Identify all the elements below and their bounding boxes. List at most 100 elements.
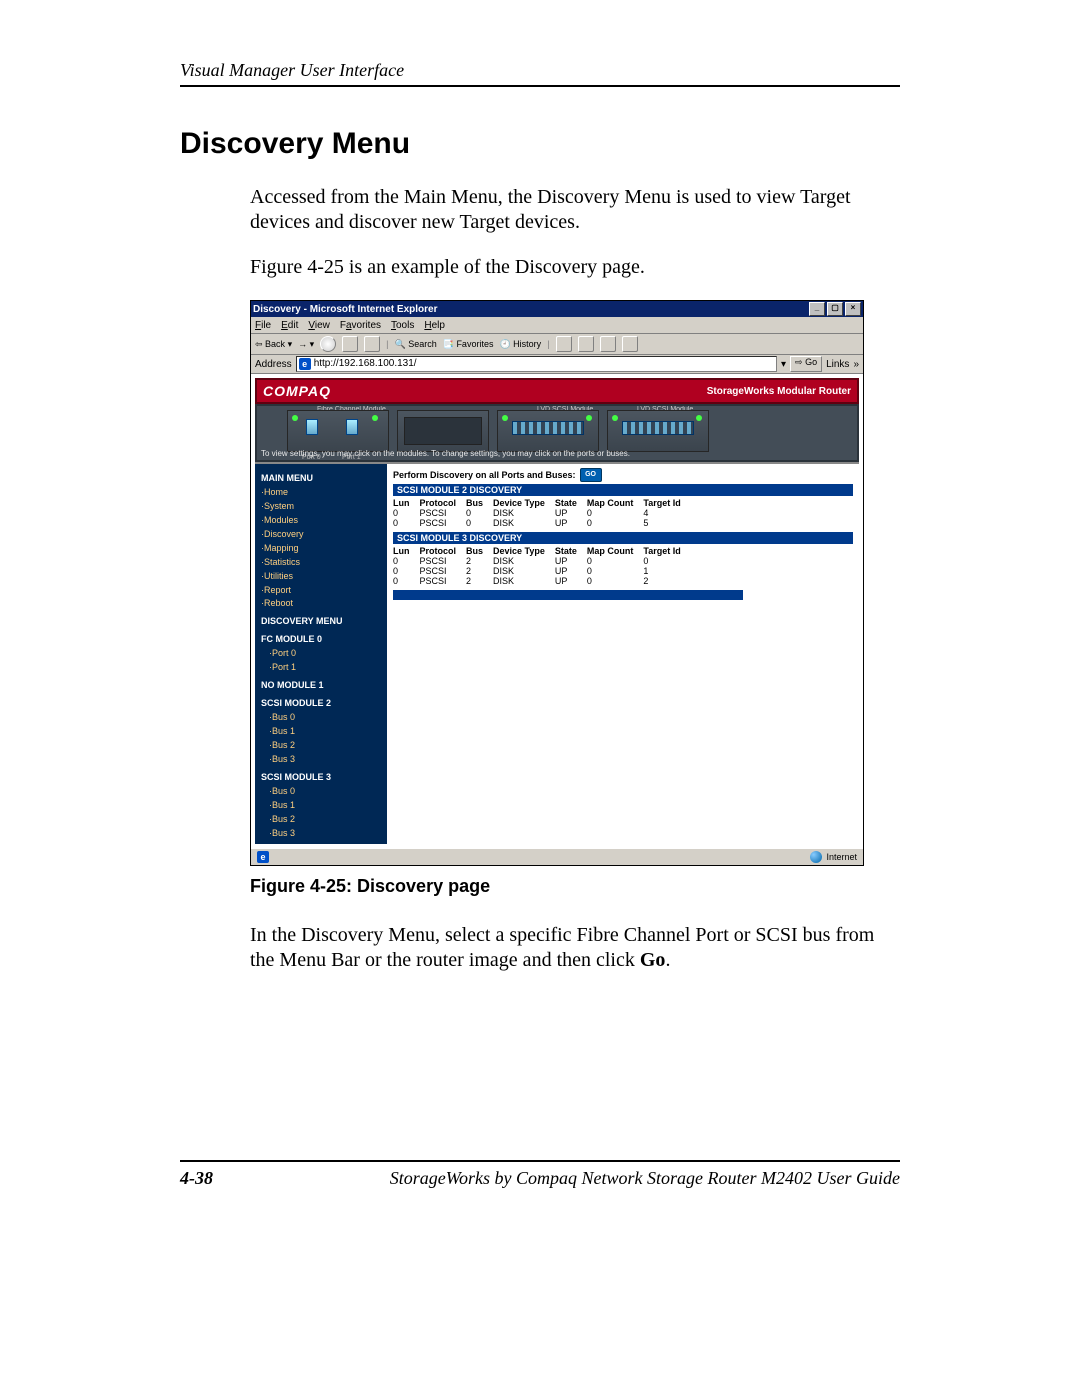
intro-paragraph-2: Figure 4-25 is an example of the Discove… — [250, 255, 900, 280]
fc-port-1[interactable] — [346, 419, 358, 435]
section-footer-bar — [393, 590, 743, 600]
page-number: 4-38 — [180, 1168, 213, 1189]
stop-button[interactable] — [320, 336, 336, 352]
address-value: http://192.168.100.131/ — [314, 357, 417, 371]
col-mapcount: Map Count — [587, 498, 644, 508]
page-footer: 4-38 StorageWorks by Compaq Network Stor… — [180, 1160, 900, 1189]
print-button[interactable] — [578, 336, 594, 352]
sidebar-item-report[interactable]: Report — [261, 584, 387, 598]
sidebar-item-bus2[interactable]: Bus 2 — [261, 739, 387, 753]
sidebar-item-bus1[interactable]: Bus 1 — [261, 725, 387, 739]
sidebar-header-discovery: DISCOVERY MENU — [261, 615, 387, 629]
search-button[interactable]: 🔍 Search — [394, 339, 436, 350]
sidebar-item-system[interactable]: System — [261, 500, 387, 514]
status-led-icon — [372, 415, 378, 421]
sidebar-item-mapping[interactable]: Mapping — [261, 542, 387, 556]
status-led-icon — [586, 415, 592, 421]
discovery-table-mod2: Lun Protocol Bus Device Type State Map C… — [393, 498, 691, 528]
status-led-icon — [696, 415, 702, 421]
table-row: 0PSCSI0DISKUP04 — [393, 508, 691, 518]
home-button[interactable] — [364, 336, 380, 352]
table-row: 0PSCSI2DISKUP02 — [393, 576, 691, 586]
sidebar-item-bus0[interactable]: Bus 0 — [261, 711, 387, 725]
col-protocol: Protocol — [420, 498, 467, 508]
window-titlebar: Discovery - Microsoft Internet Explorer … — [251, 301, 863, 317]
maximize-button[interactable]: ▢ — [827, 302, 843, 316]
menu-file[interactable]: File — [255, 320, 271, 331]
address-dropdown[interactable]: ▾ — [781, 359, 786, 370]
address-field[interactable]: e http://192.168.100.131/ — [296, 356, 777, 372]
table-header-row: Lun Protocol Bus Device Type State Map C… — [393, 546, 691, 556]
status-led-icon — [612, 415, 618, 421]
ie-icon: e — [299, 358, 311, 370]
table-row: 0PSCSI0DISKUP05 — [393, 518, 691, 528]
minimize-button[interactable]: _ — [809, 302, 825, 316]
brand-header: COMPAQ StorageWorks Modular Router — [255, 378, 859, 404]
intro-paragraph-1: Accessed from the Main Menu, the Discove… — [250, 185, 900, 235]
table-row: 0PSCSI2DISKUP00 — [393, 556, 691, 566]
edit-button[interactable] — [600, 336, 616, 352]
scsi-bus-connectors[interactable] — [512, 421, 584, 435]
figure-caption: Figure 4-25: Discovery page — [250, 876, 900, 897]
discuss-button[interactable] — [622, 336, 638, 352]
sidebar-no-module-1: NO MODULE 1 — [261, 679, 387, 693]
diagram-instruction: To view settings, you may click on the m… — [261, 449, 853, 458]
close-button[interactable]: × — [845, 302, 861, 316]
sidebar-item-bus3[interactable]: Bus 3 — [261, 753, 387, 767]
running-head: Visual Manager User Interface — [180, 60, 900, 87]
sidebar-item-port0[interactable]: Port 0 — [261, 647, 387, 661]
menu-view[interactable]: View — [308, 320, 330, 331]
router-diagram: Fibre Channel Module LVD SCSI Module LVD… — [255, 404, 859, 462]
sidebar-item-bus0[interactable]: Bus 0 — [261, 785, 387, 799]
status-led-icon — [292, 415, 298, 421]
favorites-button[interactable]: 📑 Favorites — [443, 339, 494, 350]
menu-tools[interactable]: Tools — [391, 320, 414, 331]
table-row: 0PSCSI2DISKUP01 — [393, 566, 691, 576]
discovery-table-mod3: Lun Protocol Bus Device Type State Map C… — [393, 546, 691, 586]
forward-button[interactable]: → ▾ — [298, 339, 314, 350]
sidebar: MAIN MENU Home System Modules Discovery … — [255, 464, 387, 844]
module-scsi-2[interactable] — [497, 410, 599, 452]
sidebar-item-port1[interactable]: Port 1 — [261, 661, 387, 675]
sidebar-item-statistics[interactable]: Statistics — [261, 556, 387, 570]
back-button[interactable]: ⇦ Back ▾ — [255, 339, 292, 350]
col-lun: Lun — [393, 498, 420, 508]
sidebar-scsi-module-2: SCSI MODULE 2 — [261, 697, 387, 711]
footer-title: StorageWorks by Compaq Network Storage R… — [390, 1168, 900, 1189]
sidebar-item-home[interactable]: Home — [261, 486, 387, 500]
history-button[interactable]: 🕘 History — [499, 339, 541, 350]
menu-favorites[interactable]: Favorites — [340, 320, 381, 331]
table-header-row: Lun Protocol Bus Device Type State Map C… — [393, 498, 691, 508]
address-bar: Address e http://192.168.100.131/ ▾ ⇨ Go… — [251, 355, 863, 374]
sidebar-item-discovery[interactable]: Discovery — [261, 528, 387, 542]
page-title: Discovery Menu — [180, 127, 900, 161]
menu-help[interactable]: Help — [424, 320, 445, 331]
sidebar-fc-module-0: FC MODULE 0 — [261, 633, 387, 647]
module-scsi-3[interactable] — [607, 410, 709, 452]
compaq-logo: COMPAQ — [263, 383, 331, 399]
mail-button[interactable] — [556, 336, 572, 352]
menu-edit[interactable]: Edit — [281, 320, 298, 331]
status-led-icon — [502, 415, 508, 421]
sidebar-item-reboot[interactable]: Reboot — [261, 597, 387, 611]
perform-discovery-go-button[interactable]: GO — [580, 468, 602, 482]
menubar: File Edit View Favorites Tools Help — [251, 317, 863, 334]
sidebar-item-utilities[interactable]: Utilities — [261, 570, 387, 584]
toolbar: ⇦ Back ▾ → ▾ | 🔍 Search 📑 Favorites 🕘 Hi… — [251, 334, 863, 355]
closing-paragraph: In the Discovery Menu, select a specific… — [250, 923, 900, 973]
scsi-bus-connectors[interactable] — [622, 421, 694, 435]
go-button[interactable]: ⇨ Go — [790, 356, 822, 372]
sidebar-scsi-module-3: SCSI MODULE 3 — [261, 771, 387, 785]
sidebar-item-bus1[interactable]: Bus 1 — [261, 799, 387, 813]
address-label: Address — [255, 359, 292, 370]
fc-port-0[interactable] — [306, 419, 318, 435]
sidebar-item-bus3[interactable]: Bus 3 — [261, 827, 387, 841]
module-slot-empty[interactable] — [397, 410, 489, 452]
globe-icon — [810, 851, 822, 863]
sidebar-item-modules[interactable]: Modules — [261, 514, 387, 528]
links-label[interactable]: Links — [826, 359, 849, 370]
sidebar-item-bus2[interactable]: Bus 2 — [261, 813, 387, 827]
module-fc[interactable]: Port 0 Port 1 — [287, 410, 389, 452]
refresh-button[interactable] — [342, 336, 358, 352]
screenshot: Discovery - Microsoft Internet Explorer … — [250, 300, 864, 866]
